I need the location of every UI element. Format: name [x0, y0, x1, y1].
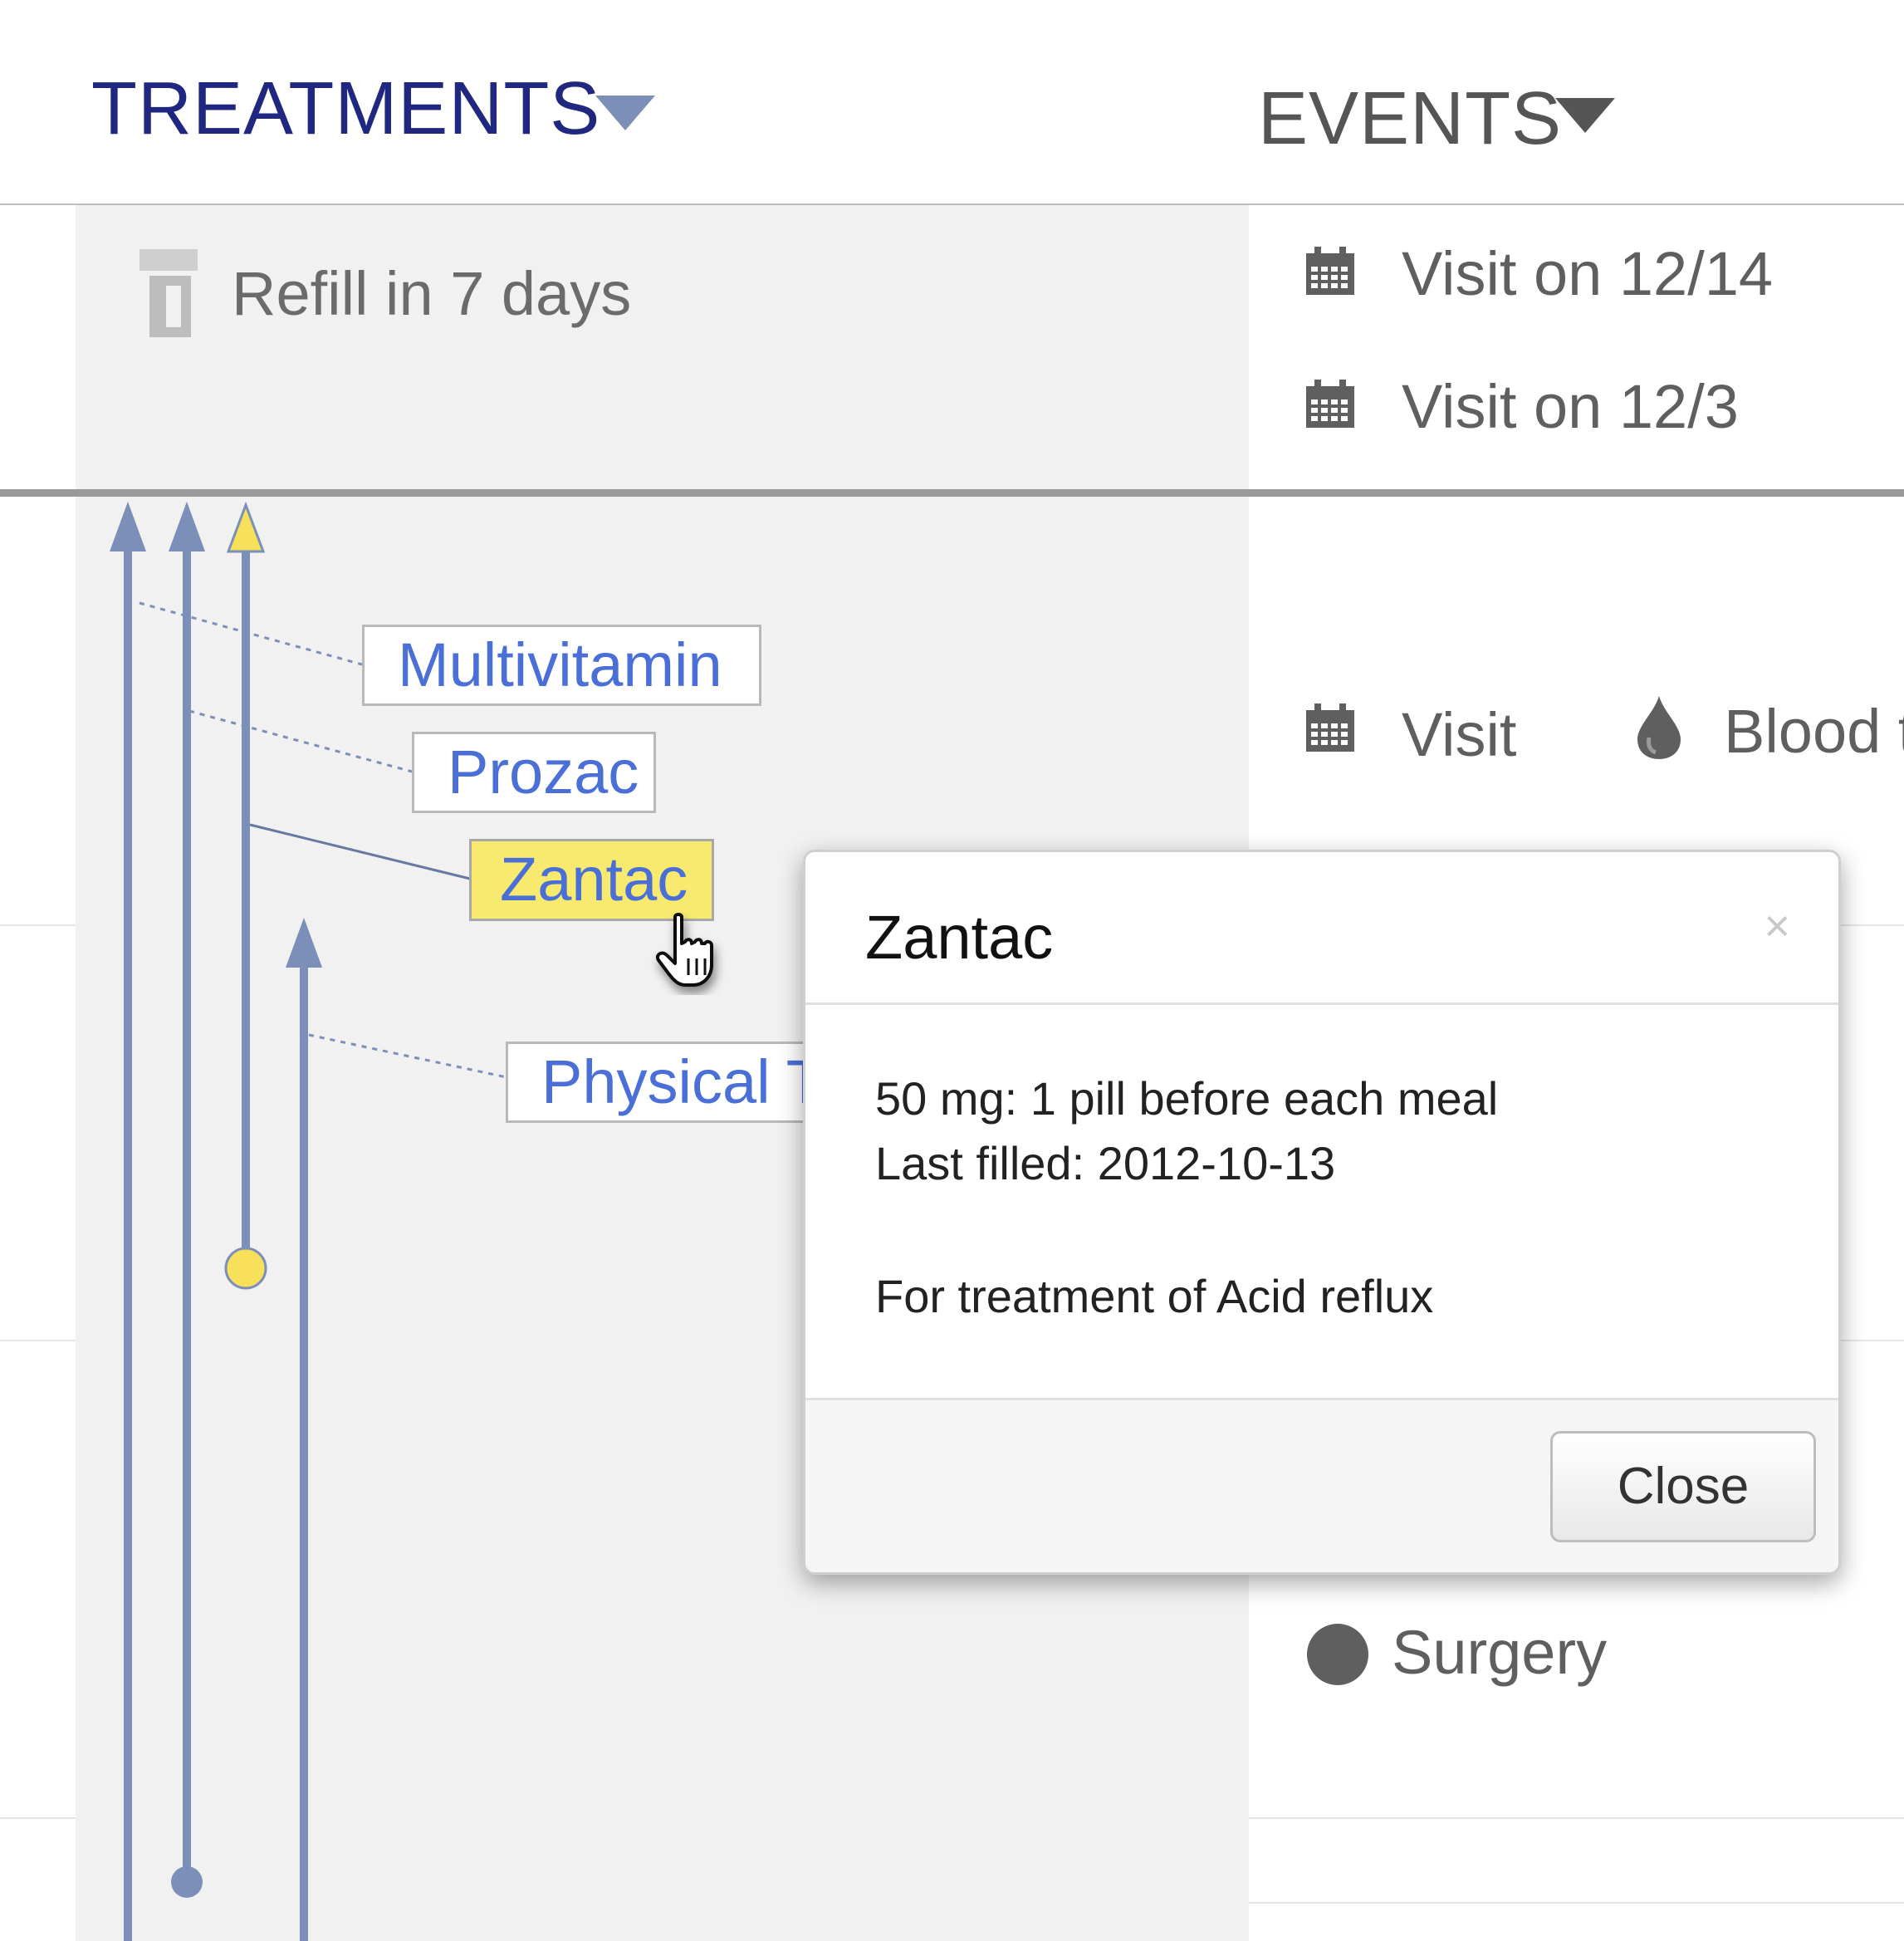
physical-therapy-connector: [308, 1033, 507, 1079]
treatment-details-modal: Zantac × 50 mg: 1 pill before each meal …: [803, 850, 1841, 1575]
treatment-label-zantac[interactable]: Zantac: [469, 839, 714, 921]
calendar-icon: [1306, 703, 1354, 752]
calendar-icon: [1306, 247, 1354, 295]
modal-title: Zantac: [865, 903, 1054, 972]
multivitamin-connector: [139, 601, 363, 666]
blood-drop-icon: [1637, 696, 1681, 759]
treatment-label-physical-therapy[interactable]: Physical Therapy: [506, 1042, 838, 1123]
multivitamin-arrow: [110, 502, 146, 551]
close-button[interactable]: Close: [1550, 1431, 1816, 1542]
event-surgery[interactable]: Surgery: [1392, 1617, 1607, 1688]
prozac-connector: [188, 709, 413, 773]
zantac-start-dot: [224, 1247, 267, 1290]
last-filled: Last filled: 2012-10-13: [875, 1137, 1336, 1189]
events-dropdown-icon[interactable]: [1555, 98, 1615, 133]
prozac-start-dot: [171, 1866, 203, 1898]
hand-pointer-icon: [656, 913, 713, 987]
close-icon[interactable]: ×: [1764, 900, 1790, 952]
row-divider: [1249, 1817, 1904, 1819]
row-divider: [1249, 1902, 1904, 1904]
event-blood-test[interactable]: Blood test: [1724, 696, 1904, 767]
zantac-arrow: [226, 501, 266, 553]
treatment-label-prozac[interactable]: Prozac: [412, 732, 656, 813]
upcoming-event[interactable]: Visit on 12/14: [1402, 238, 1773, 309]
upcoming-event[interactable]: Visit on 12/3: [1402, 371, 1739, 442]
event-visit[interactable]: Visit: [1402, 699, 1516, 770]
surgery-dot-icon: [1307, 1624, 1368, 1685]
dose-instructions: 50 mg: 1 pill before each meal: [875, 1072, 1499, 1125]
modal-header-divider: [805, 1002, 1838, 1005]
treatment-purpose: For treatment of Acid reflux: [875, 1270, 1434, 1322]
zantac-connector: [249, 823, 471, 880]
prozac-arrow: [169, 502, 205, 551]
treatment-label-multivitamin[interactable]: Multivitamin: [362, 625, 761, 706]
modal-footer-divider: [805, 1398, 1838, 1400]
physical-therapy-arrow: [286, 918, 322, 968]
calendar-icon: [1306, 380, 1354, 428]
events-header[interactable]: EVENTS: [1258, 76, 1562, 162]
